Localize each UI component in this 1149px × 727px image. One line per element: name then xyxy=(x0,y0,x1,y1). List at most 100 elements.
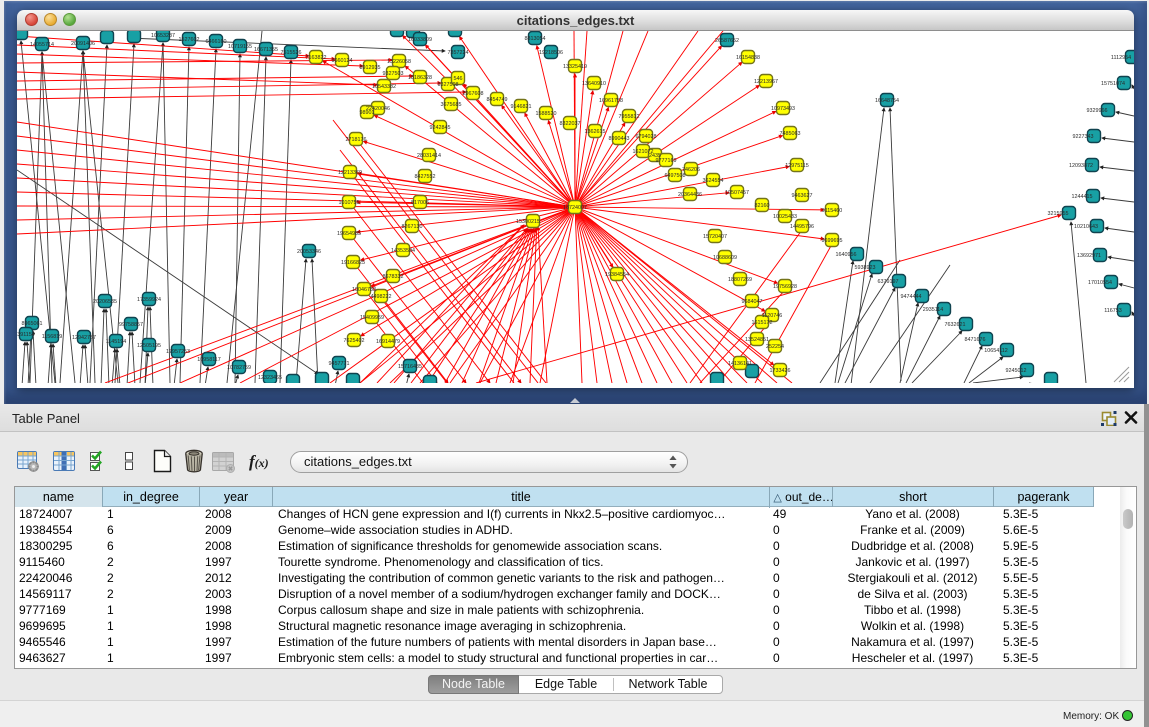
svg-text:2718176: 2718176 xyxy=(346,137,367,143)
svg-text:1733426: 1733426 xyxy=(770,368,791,374)
svg-text:18724007: 18724007 xyxy=(563,205,587,211)
svg-text:9227343: 9227343 xyxy=(1073,134,1094,140)
svg-text:16648754: 16648754 xyxy=(875,98,899,104)
svg-text:15720407: 15720407 xyxy=(703,234,727,240)
svg-text:19166825: 19166825 xyxy=(341,260,365,266)
svg-text:746206: 746206 xyxy=(682,167,700,173)
svg-text:19756928: 19756928 xyxy=(773,284,797,290)
svg-text:9463627: 9463627 xyxy=(792,193,813,199)
svg-text:17957253: 17957253 xyxy=(166,349,190,355)
svg-text:16961758: 16961758 xyxy=(599,98,623,104)
svg-text:6497508: 6497508 xyxy=(665,173,686,179)
svg-text:20091406: 20091406 xyxy=(71,41,95,47)
svg-text:12213369: 12213369 xyxy=(338,170,362,176)
svg-text:116753: 116753 xyxy=(1104,308,1122,314)
svg-text:1640956: 1640956 xyxy=(836,252,857,258)
svg-text:8427552: 8427552 xyxy=(415,174,436,180)
svg-text:9245012: 9245012 xyxy=(1006,368,1027,374)
svg-text:14055714: 14055714 xyxy=(30,42,54,48)
svg-text:10958117: 10958117 xyxy=(197,357,221,363)
svg-text:17359924: 17359924 xyxy=(137,297,161,303)
svg-text:7163822: 7163822 xyxy=(306,55,327,61)
svg-text:18186328: 18186328 xyxy=(408,75,432,81)
svg-text:13640910: 13640910 xyxy=(582,81,606,87)
svg-text:9327503: 9327503 xyxy=(383,71,404,77)
svg-text:12213967: 12213967 xyxy=(754,79,778,85)
svg-text:1112954: 1112954 xyxy=(1111,55,1131,61)
svg-text:12323465: 12323465 xyxy=(258,375,282,381)
svg-text:10543382: 10543382 xyxy=(372,84,396,90)
svg-text:6794028: 6794028 xyxy=(636,134,657,140)
svg-text:10210643: 10210643 xyxy=(1074,224,1098,230)
svg-text:13524851: 13524851 xyxy=(745,337,769,343)
svg-text:8965061: 8965061 xyxy=(22,321,43,327)
svg-text:5938923: 5938923 xyxy=(855,265,876,271)
svg-text:98901: 98901 xyxy=(360,110,375,116)
svg-text:10719155: 10719155 xyxy=(228,44,252,50)
svg-text:17010554: 17010554 xyxy=(1088,280,1112,286)
svg-text:28031414: 28031414 xyxy=(417,153,441,159)
svg-text:1244415: 1244415 xyxy=(1072,194,1093,200)
svg-text:12975115: 12975115 xyxy=(785,163,809,169)
svg-text:9474444: 9474444 xyxy=(901,294,922,300)
svg-text:20053346: 20053346 xyxy=(297,249,321,255)
svg-text:9327508: 9327508 xyxy=(438,82,459,88)
svg-text:3215955: 3215955 xyxy=(1048,211,1069,217)
svg-text:10653287: 10653287 xyxy=(151,33,175,39)
svg-text:8990443: 8990443 xyxy=(609,136,630,142)
svg-text:7515526: 7515526 xyxy=(281,50,302,56)
svg-text:6379197: 6379197 xyxy=(878,279,899,285)
svg-text:26587652: 26587652 xyxy=(715,38,739,44)
svg-text:1010755: 1010755 xyxy=(339,200,360,206)
svg-text:12942757: 12942757 xyxy=(72,335,96,341)
svg-text:10688609: 10688609 xyxy=(713,255,737,261)
svg-text:2967608: 2967608 xyxy=(463,91,484,97)
svg-text:391154: 391154 xyxy=(17,332,35,338)
svg-text:16154838: 16154838 xyxy=(736,55,760,61)
svg-text:1145194: 1145194 xyxy=(106,339,127,345)
svg-text:13692971: 13692971 xyxy=(1077,253,1101,259)
svg-text:12093872: 12093872 xyxy=(1069,163,1093,169)
svg-text:3624554: 3624554 xyxy=(703,178,724,184)
svg-text:9684047: 9684047 xyxy=(742,299,763,305)
svg-text:9660124: 9660124 xyxy=(332,58,353,64)
svg-text:18807269: 18807269 xyxy=(728,277,752,283)
svg-text:10782759: 10782759 xyxy=(227,365,251,371)
svg-text:10654112: 10654112 xyxy=(984,348,1008,354)
svg-text:9777169: 9777169 xyxy=(656,158,677,164)
svg-text:15716485: 15716485 xyxy=(398,364,422,370)
svg-text:9146821: 9146821 xyxy=(511,104,532,110)
svg-text:7357224: 7357224 xyxy=(448,50,469,56)
svg-text:7632621: 7632621 xyxy=(945,322,966,328)
svg-text:8454749: 8454749 xyxy=(487,97,508,103)
svg-text:2935114: 2935114 xyxy=(923,307,944,313)
svg-text:15300215: 15300215 xyxy=(516,219,540,225)
svg-text:19384554: 19384554 xyxy=(605,272,629,278)
svg-text:9329966: 9329966 xyxy=(1087,108,1108,114)
svg-text:9115460: 9115460 xyxy=(822,208,843,214)
svg-text:10046788: 10046788 xyxy=(352,287,376,293)
svg-text:20364436: 20364436 xyxy=(678,192,702,198)
svg-text:1156819: 1156819 xyxy=(42,334,63,340)
svg-text:15409959: 15409959 xyxy=(360,315,384,321)
svg-text:6466160: 6466160 xyxy=(206,39,227,45)
svg-text:9457771: 9457771 xyxy=(329,361,350,367)
svg-text:13325419: 13325419 xyxy=(563,64,587,70)
svg-text:99758857: 99758857 xyxy=(119,322,143,328)
svg-text:3675685: 3675685 xyxy=(441,102,462,108)
svg-text:10507457: 10507457 xyxy=(725,190,749,196)
svg-text:12505195: 12505195 xyxy=(137,343,161,349)
svg-text:1527602: 1527602 xyxy=(179,37,200,43)
svg-text:8813054: 8813054 xyxy=(525,36,546,42)
svg-text:4498222: 4498222 xyxy=(371,294,392,300)
svg-text:1615172: 1615172 xyxy=(752,320,773,326)
svg-text:7625402: 7625402 xyxy=(344,338,365,344)
svg-text:10025433: 10025433 xyxy=(773,214,797,220)
svg-text:546: 546 xyxy=(454,76,463,82)
svg-text:16033809: 16033809 xyxy=(408,37,432,43)
svg-text:14495796: 14495796 xyxy=(790,224,814,230)
svg-text:82160: 82160 xyxy=(755,203,770,209)
svg-text:7955812: 7955812 xyxy=(619,114,640,120)
svg-text:8322037: 8322037 xyxy=(560,121,581,127)
svg-text:9242845: 9242845 xyxy=(430,125,451,131)
